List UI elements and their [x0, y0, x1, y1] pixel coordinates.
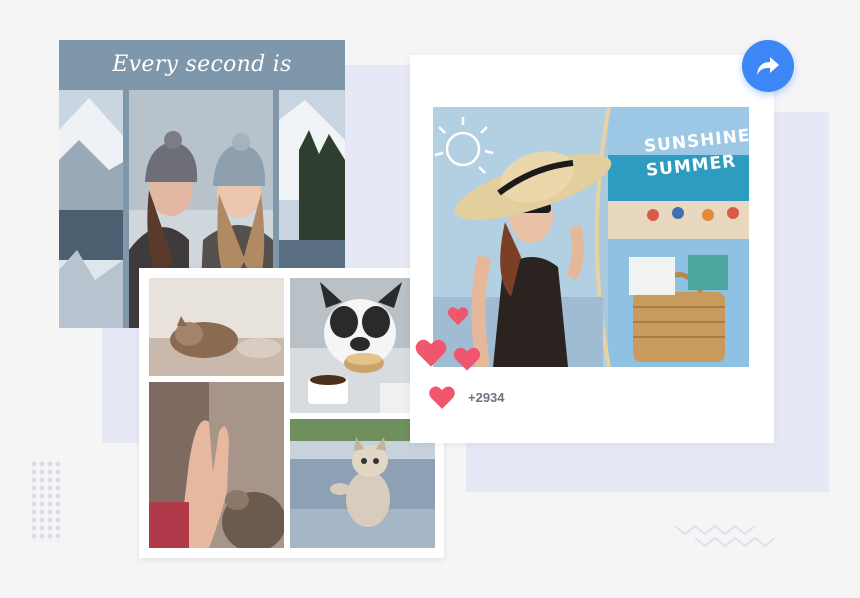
- share-button[interactable]: [742, 40, 794, 92]
- summer-collage-photo: SUNSHINE SUMMER: [433, 107, 749, 367]
- winter-card-title: Every second is wonderful!: [112, 52, 292, 127]
- likes-count: +2934: [468, 390, 505, 405]
- heart-icon: [415, 339, 447, 367]
- snowy-mountain-photo-left: [59, 90, 123, 328]
- like-heart-icon[interactable]: [428, 385, 456, 410]
- heart-icon: [447, 307, 469, 326]
- share-arrow-icon: [757, 57, 779, 75]
- dot-grid-decoration: [30, 460, 62, 542]
- sleeping-kitten-photo: [149, 278, 284, 376]
- hand-and-cat-paw-photo: [149, 382, 284, 548]
- summer-post-card[interactable]: SUNSHINE SUMMER: [410, 55, 774, 443]
- pets-collage-card[interactable]: [139, 268, 444, 558]
- heart-icon: [453, 347, 481, 371]
- zigzag-decoration: [675, 524, 776, 548]
